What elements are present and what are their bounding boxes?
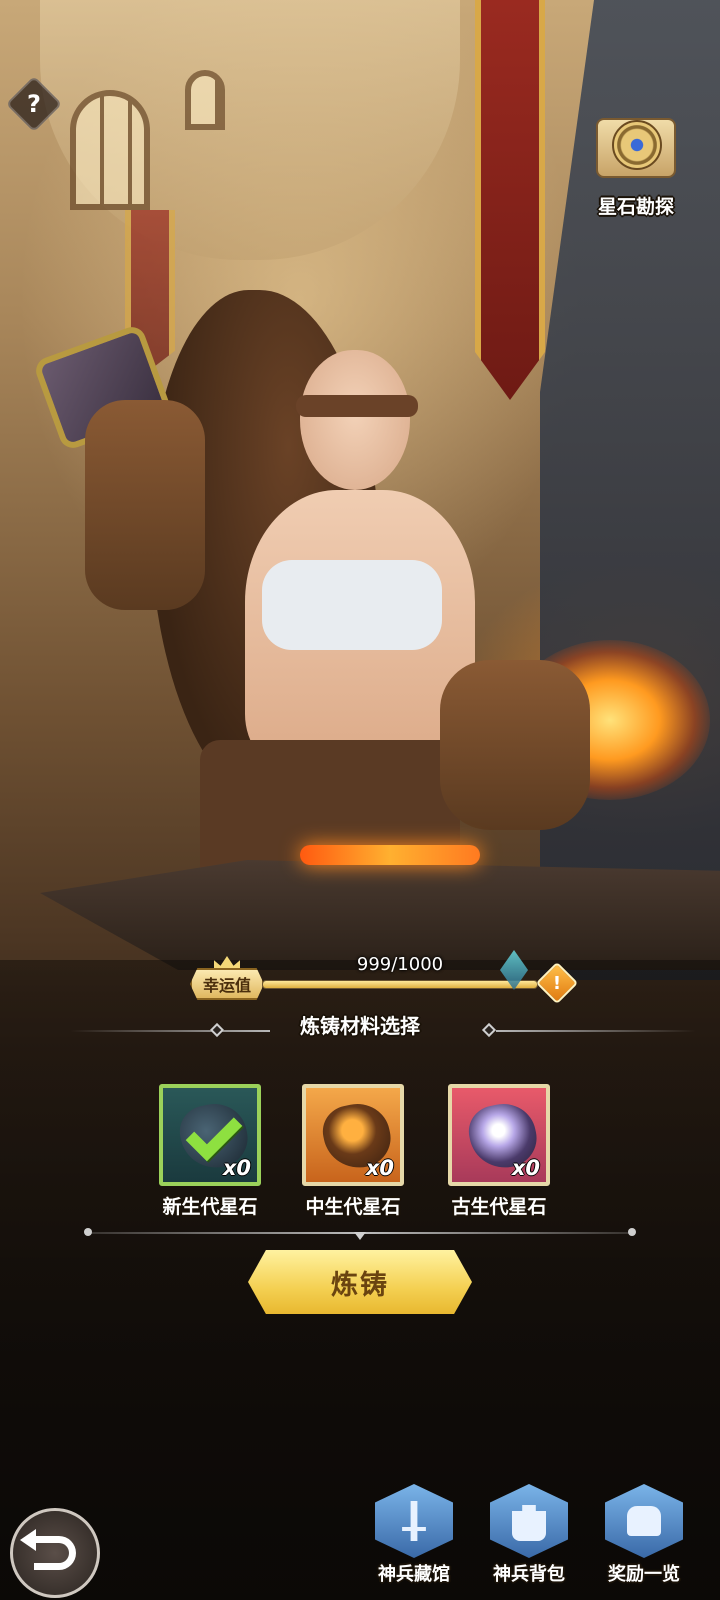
back-arrow-icon bbox=[20, 1529, 76, 1570]
nav-armory-button[interactable]: 神兵藏馆 bbox=[364, 1484, 464, 1586]
luck-value: 999/1000 bbox=[356, 954, 444, 975]
reward-chest-icon bbox=[605, 1484, 683, 1558]
material-item-paleozoic[interactable]: x0 古生代星石 bbox=[448, 1084, 550, 1219]
nav-label: 奖励一览 bbox=[608, 1564, 680, 1585]
explore-label: 星石勘探 bbox=[597, 196, 674, 218]
bag-glyph bbox=[512, 1505, 546, 1541]
window bbox=[70, 90, 150, 210]
red-banner bbox=[475, 0, 545, 400]
nav-rewards-button[interactable]: 奖励一览 bbox=[594, 1484, 694, 1586]
back-button[interactable] bbox=[10, 1508, 100, 1598]
chest-glyph bbox=[627, 1506, 661, 1536]
material-item-cenozoic[interactable]: x0 新生代星石 bbox=[159, 1084, 261, 1219]
luck-progress-bar bbox=[262, 980, 538, 989]
star-stone-explore-button[interactable]: 星石勘探 bbox=[586, 104, 686, 219]
character-glove-left bbox=[85, 400, 205, 610]
character-glove-right bbox=[440, 660, 590, 830]
material-count: x0 bbox=[365, 1156, 394, 1180]
material-card: x0 bbox=[159, 1084, 261, 1186]
forge-background bbox=[0, 0, 720, 1600]
forge-button[interactable]: 炼铸 bbox=[248, 1250, 472, 1314]
material-card: x0 bbox=[302, 1084, 404, 1186]
character-head bbox=[300, 350, 410, 490]
character-chest-wrap bbox=[262, 560, 442, 650]
sword-glyph bbox=[402, 1501, 426, 1541]
hot-blade bbox=[300, 845, 480, 865]
backpack-icon bbox=[490, 1484, 568, 1558]
material-label: 新生代星石 bbox=[162, 1196, 258, 1218]
nav-backpack-button[interactable]: 神兵背包 bbox=[479, 1484, 579, 1586]
nav-label: 神兵背包 bbox=[493, 1564, 565, 1585]
material-count: x0 bbox=[511, 1156, 540, 1180]
luck-label: 幸运值 bbox=[190, 968, 264, 1000]
question-icon: ? bbox=[27, 90, 41, 118]
material-label: 中生代星石 bbox=[305, 1196, 401, 1218]
exclamation-icon: ! bbox=[552, 972, 562, 994]
divider-dot bbox=[628, 1228, 636, 1236]
armory-icon bbox=[375, 1484, 453, 1558]
material-label: 古生代星石 bbox=[451, 1196, 547, 1218]
window bbox=[185, 70, 225, 130]
compass-shape bbox=[612, 120, 662, 170]
material-item-mesozoic[interactable]: x0 中生代星石 bbox=[302, 1084, 404, 1219]
nav-label: 神兵藏馆 bbox=[378, 1564, 450, 1585]
luck-progress-fill bbox=[263, 981, 537, 988]
character-headband bbox=[296, 395, 418, 417]
divider-dot bbox=[84, 1228, 92, 1236]
section-title: 炼铸材料选择 bbox=[300, 1014, 420, 1038]
compass-scroll-icon bbox=[590, 104, 682, 192]
material-count: x0 bbox=[222, 1156, 251, 1180]
material-card: x0 bbox=[448, 1084, 550, 1186]
